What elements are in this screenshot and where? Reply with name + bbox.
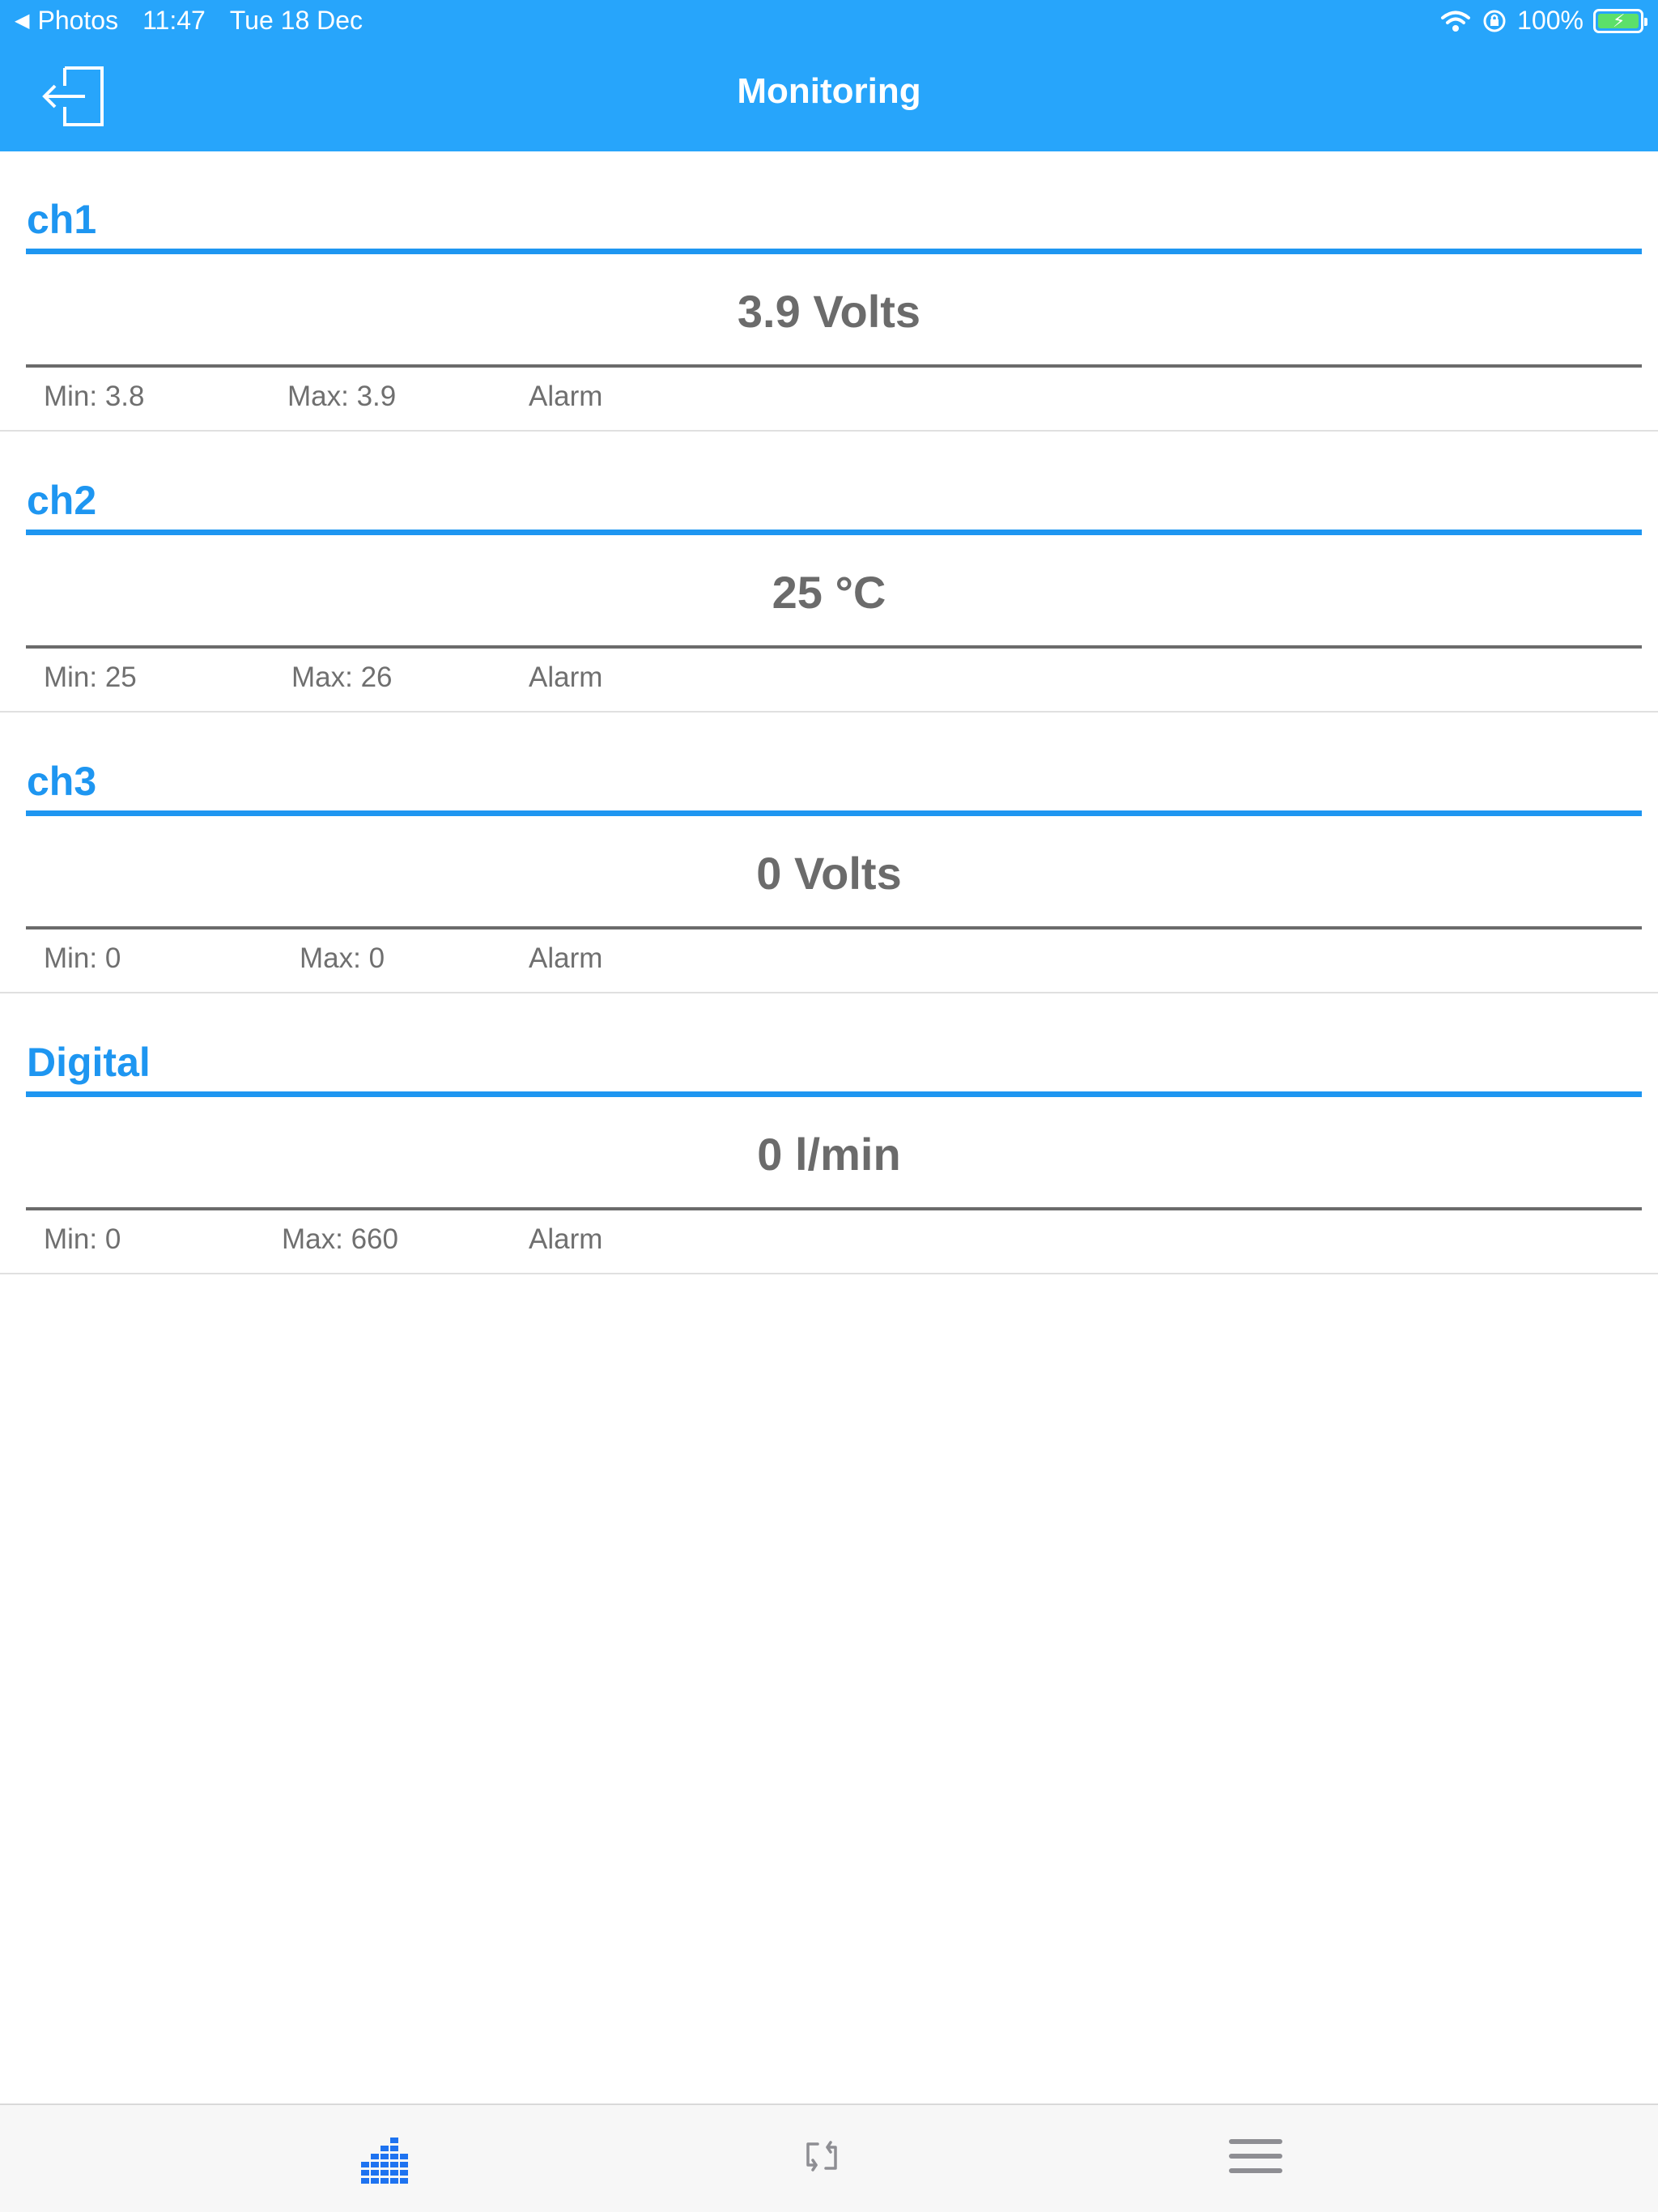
status-right: 100% ⚡ [1439,6,1647,36]
channel-title-underline [26,810,1642,816]
equalizer-icon [361,2138,408,2184]
row-separator [0,992,1658,993]
channel-min: Min: 0 [44,1223,121,1255]
channel-alarm[interactable]: Alarm [529,942,602,975]
status-left: ◀ Photos 11:47 Tue 18 Dec [15,6,363,36]
channel-max: Max: 26 [291,661,393,693]
channel-value: 0 Volts [756,848,902,899]
status-bar: ◀ Photos 11:47 Tue 18 Dec 100% ⚡ [0,0,1658,42]
channel-value: 25 °C [772,567,886,618]
channel-min: Min: 3.8 [44,381,145,412]
battery-percent: 100% [1517,6,1584,35]
channel-title: Digital [27,1040,151,1085]
channel-min: Min: 0 [44,942,121,974]
channel-value: 0 l/min [757,1129,901,1180]
row-separator [0,430,1658,432]
channel-alarm[interactable]: Alarm [529,661,602,694]
channel-max: Max: 660 [282,1223,398,1255]
rotation-lock-icon [1483,10,1506,32]
menu-icon [1229,2139,1282,2173]
row-separator [0,711,1658,713]
channel-title-underline [26,1091,1642,1097]
channel-alarm[interactable]: Alarm [529,381,602,413]
channel-max: Max: 0 [300,942,385,974]
channel-min: Min: 25 [44,661,137,693]
value-divider [26,364,1642,368]
tab-monitoring[interactable] [361,2136,418,2188]
back-to-app-icon[interactable]: ◀ [15,9,29,32]
page-title: Monitoring [737,71,921,111]
wifi-icon [1441,11,1471,32]
app-header: ◀ Photos 11:47 Tue 18 Dec 100% ⚡ Monitor… [0,0,1658,151]
status-time: 11:47 [142,6,206,35]
channel-title-underline [26,530,1642,535]
value-divider [26,645,1642,649]
battery-icon: ⚡ [1593,8,1647,33]
status-date: Tue 18 Dec [229,6,363,35]
back-to-app-label[interactable]: Photos [37,6,118,36]
channel-title: ch3 [27,759,97,804]
channel-title: ch2 [27,478,97,523]
channel-max: Max: 3.9 [287,381,397,412]
tab-sync[interactable] [801,2136,858,2188]
value-divider [26,926,1642,929]
value-divider [26,1207,1642,1210]
tab-bar [0,2104,1658,2212]
row-separator [0,1273,1658,1274]
channel-value: 3.9 Volts [737,286,921,337]
sync-icon [806,2141,837,2172]
channel-title: ch1 [27,197,97,242]
channel-title-underline [26,249,1642,254]
channel-alarm[interactable]: Alarm [529,1223,602,1256]
tab-menu[interactable] [1227,2136,1284,2188]
